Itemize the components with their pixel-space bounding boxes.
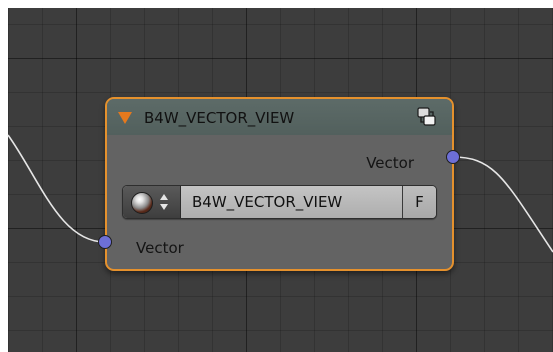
- node-title: B4W_VECTOR_VIEW: [144, 109, 295, 127]
- node-header[interactable]: B4W_VECTOR_VIEW: [107, 99, 452, 135]
- output-socket-vector[interactable]: [446, 150, 460, 164]
- fake-user-button[interactable]: F: [402, 186, 436, 218]
- output-link[interactable]: [452, 156, 553, 253]
- material-selector-row: B4W_VECTOR_VIEW F: [122, 185, 437, 219]
- input-socket-label: Vector: [136, 239, 184, 257]
- b4w-vector-view-node[interactable]: B4W_VECTOR_VIEW Vector B4W_VECTOR_VIEW F…: [105, 97, 454, 271]
- up-down-arrows-icon: [158, 192, 170, 212]
- input-link[interactable]: [7, 134, 106, 243]
- input-socket-vector[interactable]: [98, 235, 112, 249]
- collapse-triangle-icon[interactable]: [118, 112, 132, 124]
- material-browse-button[interactable]: [123, 186, 181, 218]
- output-socket-label: Vector: [366, 154, 414, 172]
- material-name-field[interactable]: B4W_VECTOR_VIEW: [181, 186, 403, 218]
- material-sphere-icon: [131, 192, 153, 214]
- node-group-icon[interactable]: [416, 106, 438, 128]
